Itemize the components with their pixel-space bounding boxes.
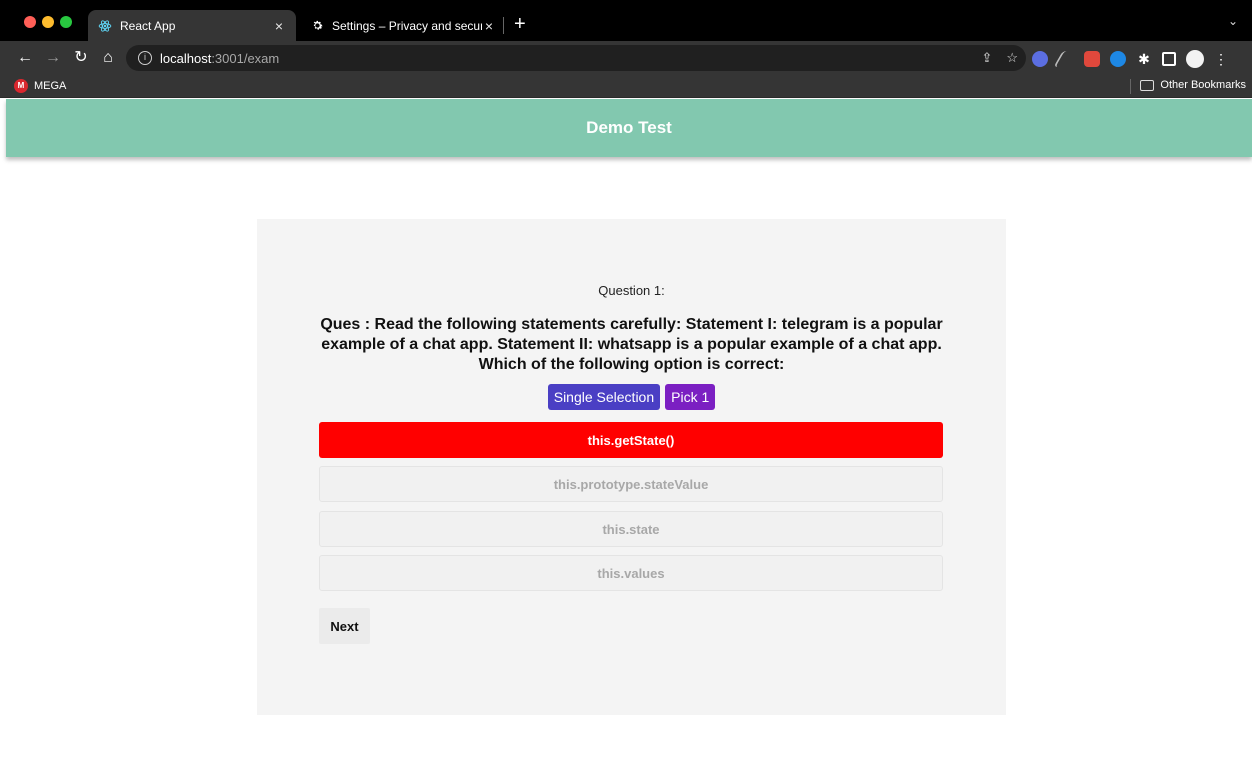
question-number: Question 1: [598,283,665,298]
selection-type-badge: Single Selection [547,384,661,410]
other-bookmarks-label: Other Bookmarks [1160,79,1246,91]
tab-settings[interactable]: Settings – Privacy and security × [300,10,506,41]
question-text: Ques : Read the following statements car… [320,316,943,373]
close-tab-icon[interactable]: × [272,18,286,34]
extension-icon[interactable] [1053,51,1079,67]
address-bar[interactable]: i localhost:3001/exam ⇪ ☆ [126,45,1026,71]
extension-icon[interactable] [1032,51,1048,67]
question-tags: Single Selection Pick 1 [257,384,1006,410]
bookmarks-divider [1130,79,1131,94]
tab-title: React App [120,18,176,33]
forward-arrow-icon[interactable]: → [42,47,64,69]
extensions-area: ✱ ⋮ [1032,50,1230,68]
tab-search-icon[interactable]: ⌄ [1228,14,1238,28]
exam-card: Question 1: Ques : Read the following st… [257,219,1006,715]
back-arrow-icon[interactable]: ← [14,47,36,69]
home-icon[interactable]: ⌂ [97,47,119,69]
gear-icon [310,19,324,33]
close-window-button[interactable] [24,16,36,28]
bookmark-label: MEGA [34,80,67,92]
extension-icon[interactable] [1084,51,1100,67]
browser-toolbar: ← → ↻ ⌂ i localhost:3001/exam ⇪ ☆ ✱ ⋮ [0,41,1252,75]
tab-title: Settings – Privacy and security [332,18,482,33]
answer-option[interactable]: this.prototype.stateValue [319,466,943,502]
extension-icon[interactable] [1110,51,1126,67]
menu-kebab-icon[interactable]: ⋮ [1214,51,1230,67]
page-title: Demo Test [586,118,672,137]
other-bookmarks[interactable]: Other Bookmarks [1140,79,1246,91]
url-host: localhost [160,50,212,66]
url-path: :3001/exam [211,50,280,66]
bookmark-star-icon[interactable]: ☆ [1006,50,1018,66]
answer-option[interactable]: this.values [319,555,943,591]
answer-option[interactable]: this.state [319,511,943,547]
folder-icon [1140,79,1155,91]
pick-count-badge: Pick 1 [665,384,716,410]
tab-divider [503,17,504,34]
answer-option[interactable]: this.getState() [319,422,943,458]
minimize-window-button[interactable] [42,16,54,28]
maximize-window-button[interactable] [60,16,72,28]
reload-icon[interactable]: ↻ [70,47,92,69]
info-icon[interactable]: i [138,51,152,65]
profile-avatar-icon[interactable] [1186,50,1204,68]
react-icon [98,19,112,33]
close-tab-icon[interactable]: × [482,18,496,34]
bookmarks-bar: M MEGA Other Bookmarks [0,75,1252,98]
side-panel-icon[interactable] [1162,52,1176,66]
new-tab-button[interactable]: + [514,12,526,36]
tab-react-app[interactable]: React App × [88,10,296,41]
browser-tab-bar: React App × Settings – Privacy and secur… [0,0,1252,41]
mega-icon: M [14,79,28,93]
app-header: Demo Test [6,99,1252,157]
bookmark-mega[interactable]: M MEGA [14,79,66,93]
share-icon[interactable]: ⇪ [981,50,992,66]
extensions-puzzle-icon[interactable]: ✱ [1136,51,1152,67]
next-button[interactable]: Next [319,608,370,644]
